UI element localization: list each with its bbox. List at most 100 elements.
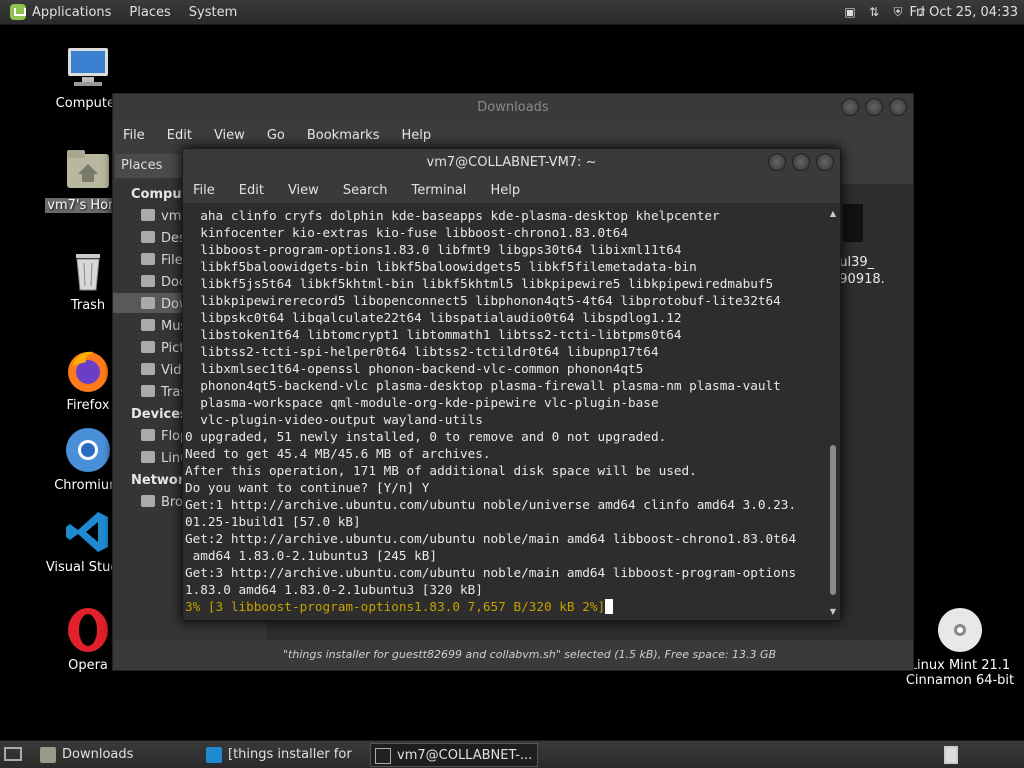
trash-icon (141, 385, 155, 397)
terminal-line: libstoken1t64 libtomcrypt1 libtommath1 l… (185, 327, 682, 342)
terminal-menubar: File Edit View Search Terminal Help (183, 177, 840, 203)
menu-go[interactable]: Go (267, 128, 285, 143)
terminal-line: Get:2 http://archive.ubuntu.com/ubuntu n… (185, 531, 797, 546)
terminal-line: libxmlsec1t64-openssl phonon-backend-vlc… (185, 361, 644, 376)
home-icon (141, 209, 155, 221)
menu-view[interactable]: View (214, 128, 245, 143)
folder-icon (141, 231, 155, 243)
disc-icon (936, 606, 984, 654)
terminal-line: 0 upgraded, 51 newly installed, 0 to rem… (185, 429, 667, 444)
menu-edit[interactable]: Edit (239, 183, 264, 198)
clock[interactable]: Fri Oct 25, 04:33 (909, 5, 1018, 20)
system-menu[interactable]: System (189, 5, 237, 20)
sidebar-head-devices: Devices (131, 407, 188, 422)
window-title: Downloads (477, 100, 549, 115)
terminal-line: libpskc0t64 libqalculate22t64 libspatial… (185, 310, 682, 325)
disc-icon (141, 451, 155, 463)
folder-icon (141, 253, 155, 265)
terminal-window: vm7@COLLABNET-VM7: ~ File Edit View Sear… (182, 148, 841, 621)
floppy-icon (141, 429, 155, 441)
network-icon[interactable]: ⇅ (866, 4, 882, 20)
folder-icon (141, 275, 155, 287)
terminal-line: libboost-program-options1.83.0 libfmt9 l… (185, 242, 682, 257)
close-button[interactable] (889, 98, 907, 116)
terminal-line: amd64 1.83.0-2.1ubuntu3 [245 kB] (185, 548, 438, 563)
network-icon (141, 495, 155, 507)
terminal-titlebar[interactable]: vm7@COLLABNET-VM7: ~ (183, 149, 840, 177)
terminal-line: After this operation, 171 MB of addition… (185, 463, 697, 478)
terminal-line: 1.83.0 amd64 1.83.0-2.1ubuntu3 [320 kB] (185, 582, 483, 597)
bottom-panel: Downloads [things installer for ... vm7@… (0, 740, 1024, 768)
chromium-icon (64, 426, 112, 474)
minimize-button[interactable] (841, 98, 859, 116)
desktop-label: Cinnamon 64-bit (905, 673, 1015, 688)
menu-file[interactable]: File (123, 128, 145, 143)
places-menu[interactable]: Places (129, 5, 170, 20)
terminal-line: kinfocenter kio-extras kio-fuse libboost… (185, 225, 629, 240)
terminal-line: plasma-workspace qml-module-org-kde-pipe… (185, 395, 659, 410)
file-thumbnail[interactable] (843, 204, 863, 242)
scroll-up-icon[interactable]: ▲ (828, 209, 838, 218)
terminal-line: Do you want to continue? [Y/n] Y (185, 480, 430, 495)
terminal-icon (375, 748, 391, 764)
menu-help[interactable]: Help (490, 183, 520, 198)
show-desktop-icon[interactable] (4, 747, 22, 761)
terminal-line: Need to get 45.4 MB/45.6 MB of archives. (185, 446, 491, 461)
terminal-line: phonon4qt5-backend-vlc plasma-desktop pl… (185, 378, 781, 393)
menu-search[interactable]: Search (343, 183, 388, 198)
scroll-thumb[interactable] (830, 445, 836, 595)
files-titlebar[interactable]: Downloads (113, 94, 913, 122)
desktop-icon-mint-disc[interactable]: Linux Mint 21.1 Cinnamon 64-bit (900, 606, 1020, 688)
terminal-line: Get:3 http://archive.ubuntu.com/ubuntu n… (185, 565, 797, 580)
places-dropdown[interactable]: Places (115, 154, 185, 178)
folder-icon (40, 747, 56, 763)
mint-menu-icon[interactable] (10, 4, 26, 20)
terminal-cursor (605, 599, 614, 614)
vscode-icon (206, 747, 222, 763)
menu-view[interactable]: View (288, 183, 319, 198)
menu-file[interactable]: File (193, 183, 215, 198)
trash-icon (64, 246, 112, 294)
maximize-button[interactable] (792, 153, 810, 171)
terminal-scrollbar[interactable]: ▲ ▼ (828, 205, 838, 620)
folder-icon (141, 363, 155, 375)
terminal-line: aha clinfo cryfs dolphin kde-baseapps kd… (185, 208, 720, 223)
files-menubar: File Edit View Go Bookmarks Help (113, 122, 913, 148)
vscode-icon (64, 508, 112, 556)
scroll-down-icon[interactable]: ▼ (828, 607, 838, 616)
terminal-line: libkpipewirerecord5 libopenconnect5 libp… (185, 293, 781, 308)
top-panel: Applications Places System ▣ ⇅ ⛨ ♪ Fri O… (0, 0, 1024, 25)
opera-icon (64, 606, 112, 654)
menu-terminal[interactable]: Terminal (411, 183, 466, 198)
terminal-line: libkf5js5t64 libkf5khtml-bin libkf5khtml… (185, 276, 774, 291)
menu-help[interactable]: Help (401, 128, 431, 143)
terminal-line: libkf5baloowidgets-bin libkf5baloowidget… (185, 259, 697, 274)
computer-icon (64, 44, 112, 92)
terminal-line: Get:1 http://archive.ubuntu.com/ubuntu n… (185, 497, 797, 512)
maximize-button[interactable] (865, 98, 883, 116)
window-title: vm7@COLLABNET-VM7: ~ (426, 155, 597, 170)
task-downloads[interactable]: Downloads (36, 743, 196, 767)
folder-icon (141, 319, 155, 331)
workspace-switcher[interactable] (944, 746, 958, 764)
folder-icon (141, 341, 155, 353)
terminal-line: vlc-plugin-video-output wayland-utils (185, 412, 483, 427)
terminal-line: libtss2-tcti-spi-helper0t64 libtss2-tcti… (185, 344, 659, 359)
applications-menu[interactable]: Applications (32, 5, 111, 20)
display-icon[interactable]: ▣ (842, 4, 858, 20)
task-vscode[interactable]: [things installer for ... (202, 743, 368, 767)
close-button[interactable] (816, 153, 834, 171)
shield-icon[interactable]: ⛨ (890, 4, 906, 20)
menu-edit[interactable]: Edit (167, 128, 192, 143)
folder-icon (141, 297, 155, 309)
firefox-icon (64, 346, 112, 394)
status-bar: "things installer for guestt82699 and co… (113, 640, 913, 670)
progress-text: 3% [3 libboost-program-options1.83.0 7,6… (185, 599, 606, 614)
home-folder-icon (64, 146, 112, 194)
minimize-button[interactable] (768, 153, 786, 171)
desktop-label: Linux Mint 21.1 (909, 658, 1011, 673)
terminal-output[interactable]: aha clinfo cryfs dolphin kde-baseapps kd… (183, 205, 826, 620)
task-terminal[interactable]: vm7@COLLABNET-... (370, 743, 538, 767)
terminal-progress-line: 3% [3 libboost-program-options1.83.0 7,6… (185, 598, 826, 615)
menu-bookmarks[interactable]: Bookmarks (307, 128, 380, 143)
